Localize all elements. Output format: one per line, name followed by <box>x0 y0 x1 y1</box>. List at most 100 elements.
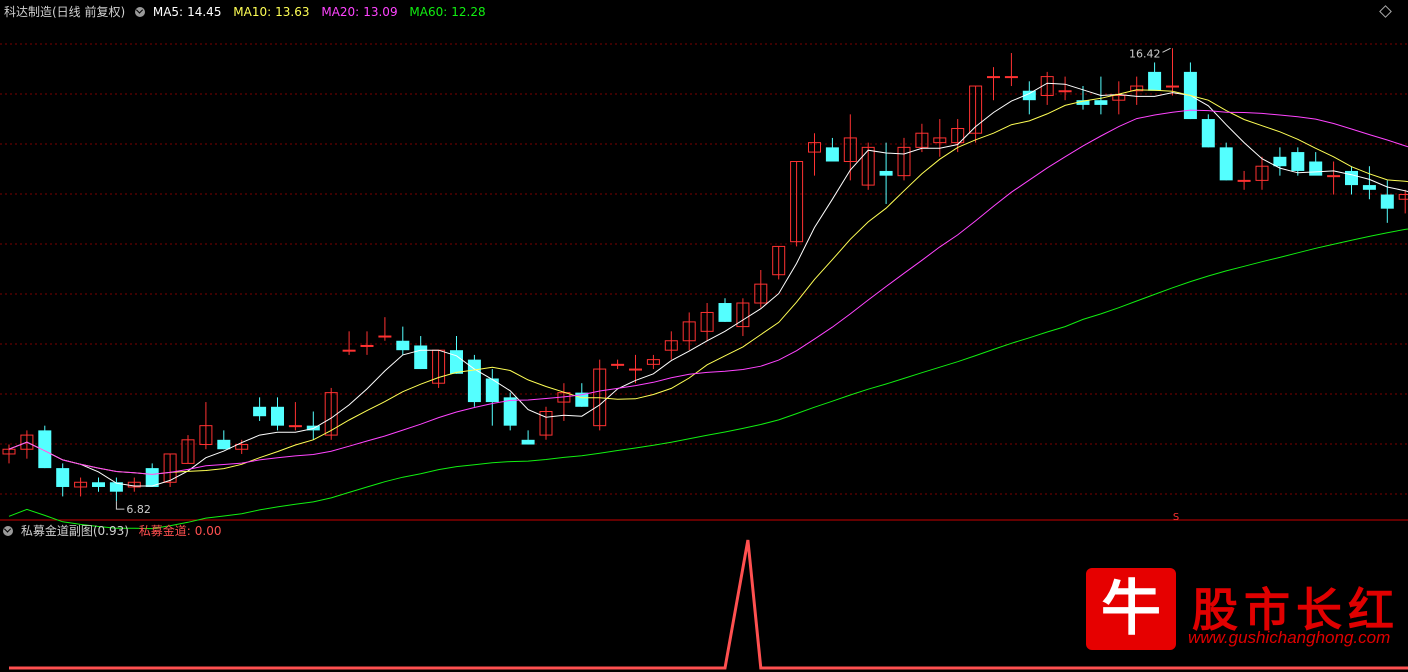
candle-body <box>342 349 356 352</box>
candle-body <box>611 363 625 366</box>
low-pointer <box>115 501 125 510</box>
candle <box>253 397 267 421</box>
candle-body <box>1201 119 1215 148</box>
candle <box>127 477 141 492</box>
candle <box>1219 142 1233 181</box>
indicator-label: 私募金道: <box>138 524 191 538</box>
candle <box>772 245 786 280</box>
ma10-line <box>8 89 1408 475</box>
candle-body <box>1148 71 1162 91</box>
candle-body <box>1166 85 1179 88</box>
candle-body <box>1273 156 1287 167</box>
candle <box>611 359 625 370</box>
candle <box>1273 147 1287 176</box>
candle <box>432 349 446 388</box>
ma20-label: MA20: <box>321 5 360 19</box>
ma5-line <box>8 82 1408 487</box>
candle <box>718 298 732 322</box>
candle <box>539 406 553 440</box>
stock-chart-canvas[interactable]: 16.42 6.82 S <box>0 0 1408 672</box>
candle <box>145 463 159 487</box>
candle <box>1362 166 1376 200</box>
candle-body <box>1004 76 1018 79</box>
logo-box: 牛 <box>1086 568 1176 650</box>
candle-body <box>92 482 105 487</box>
indicator-value: 0.00 <box>194 524 222 538</box>
candle-body <box>360 344 374 347</box>
candle-body <box>1327 175 1341 178</box>
ma60-line <box>8 228 1408 530</box>
logo-char: 牛 <box>1101 574 1161 644</box>
candle-body <box>825 147 839 162</box>
candle <box>646 354 660 370</box>
candle <box>324 387 338 440</box>
chart-title: 科达制造(日线 前复权) <box>4 5 126 19</box>
candle-body <box>879 170 893 176</box>
candle-body <box>253 406 267 417</box>
candle <box>396 326 410 355</box>
candle <box>414 336 428 370</box>
candle <box>933 119 947 157</box>
high-label: 16.42 <box>1129 47 1161 60</box>
candle <box>897 137 911 181</box>
candle <box>754 270 768 308</box>
candle-body <box>1309 161 1323 176</box>
ma20-value: 13.09 <box>363 5 398 19</box>
candle-body <box>987 76 1000 79</box>
candle <box>467 354 481 407</box>
candle <box>485 369 499 426</box>
candle <box>271 397 284 431</box>
candle <box>1237 170 1251 190</box>
sub-chart-title: 私募金道副图(0.93) <box>20 524 129 538</box>
candle-body <box>1219 147 1233 181</box>
candle <box>109 477 123 502</box>
candle-body <box>38 430 52 469</box>
candle-body <box>521 439 535 445</box>
candle <box>342 331 356 355</box>
candle <box>825 137 839 162</box>
dropdown-circle-icon[interactable] <box>3 526 13 536</box>
candle <box>1398 189 1408 214</box>
candle <box>1327 161 1341 195</box>
candle <box>1148 62 1162 91</box>
candle <box>503 392 517 431</box>
candle-body <box>396 340 410 351</box>
logo-url: www.gushichanghong.com <box>1188 628 1391 647</box>
candle <box>1112 81 1126 115</box>
candle-body <box>1237 179 1251 182</box>
candle <box>199 402 213 450</box>
candle <box>987 67 1000 101</box>
signal-marker: S <box>1173 512 1179 523</box>
candle <box>1166 48 1179 96</box>
candle <box>593 359 607 431</box>
candle <box>217 430 231 450</box>
ma10-label: MA10: <box>233 5 272 19</box>
sub-chart-header: 私募金道副图(0.93) 私募金道: 0.00 <box>0 522 230 540</box>
candle <box>1004 53 1018 87</box>
candle-body <box>1291 152 1305 171</box>
candle-body <box>1362 185 1376 190</box>
ma5-label: MA5: <box>152 5 184 19</box>
candle <box>700 303 714 341</box>
ma10-value: 13.63 <box>275 5 310 19</box>
candle <box>38 425 52 469</box>
candle <box>969 85 983 143</box>
candle <box>235 439 249 454</box>
candle <box>360 331 374 355</box>
candle-body <box>450 350 463 374</box>
dropdown-circle-icon[interactable] <box>135 7 146 17</box>
candle <box>1058 76 1072 101</box>
candle-body <box>378 335 392 338</box>
candle-body <box>414 345 428 370</box>
candle <box>1201 114 1215 148</box>
ma20-line <box>8 109 1408 475</box>
candle <box>1022 81 1036 115</box>
candle <box>1040 71 1054 105</box>
candle <box>808 133 821 176</box>
candle <box>56 463 70 497</box>
candle-body <box>1058 90 1072 93</box>
candle <box>92 477 105 492</box>
ma5-value: 14.45 <box>187 5 222 19</box>
candle <box>664 331 678 360</box>
candle-body <box>1380 194 1394 209</box>
